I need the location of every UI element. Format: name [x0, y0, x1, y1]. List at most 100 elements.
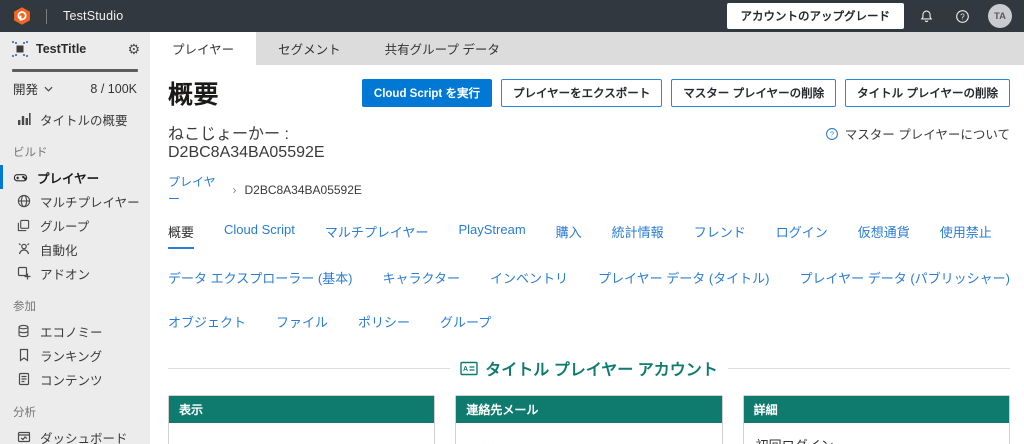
subnav-item-player-data-title[interactable]: プレイヤー データ (タイトル) [598, 268, 770, 293]
player-name-id: ねこじょーかー : D2BC8A34BA05592E [168, 126, 325, 161]
subnav-item-overview[interactable]: 概要 [168, 222, 195, 249]
dashboard-icon [16, 431, 31, 444]
master-player-help-link[interactable]: ? マスター プレイヤーについて [825, 124, 1010, 143]
breadcrumb-current: D2BC8A34BA05592E [244, 183, 362, 197]
help-icon[interactable]: ? [948, 9, 976, 24]
subnav-item-purchases[interactable]: 購入 [556, 222, 582, 249]
subnav-item-files[interactable]: ファイル [276, 312, 328, 337]
svg-text:?: ? [960, 12, 965, 21]
automation-icon [16, 242, 31, 256]
card-display-header: 表示 [169, 396, 435, 423]
document-icon [16, 372, 31, 386]
subnav-item-cloudscript[interactable]: Cloud Script [224, 222, 295, 249]
quota-text: 8 / 100K [90, 81, 137, 96]
tab-players[interactable]: プレイヤー [150, 32, 257, 65]
sidebar-item-label: エコノミー [40, 325, 103, 340]
sidebar-item-automation[interactable]: 自動化 [0, 237, 150, 261]
playfab-logo-icon [12, 5, 32, 27]
sidebar-item-label: 自動化 [40, 243, 78, 258]
first-login-label: 初回ログイン [756, 435, 997, 444]
sidebar-item-groups[interactable]: グループ [0, 213, 150, 237]
card-details-header: 詳細 [743, 396, 1009, 423]
sidebar: TestTitle ⚙ 開発 8 / 100K タイトルの概要 ビルド プレイヤ… [0, 32, 150, 444]
divider [727, 367, 1011, 369]
gamepad-icon [13, 170, 28, 185]
gear-icon[interactable]: ⚙ [127, 42, 140, 56]
sidebar-item-addons[interactable]: アドオン [0, 261, 150, 285]
question-circle-icon: ? [825, 127, 838, 140]
delete-master-player-button[interactable]: マスター プレイヤーの削除 [671, 79, 837, 107]
bell-icon[interactable] [912, 9, 940, 24]
breadcrumb-players-link[interactable]: プレイヤー [168, 173, 224, 207]
sidebar-item-label: アドオン [40, 267, 91, 282]
top-tabstrip: プレイヤー セグメント 共有グループ データ [150, 32, 1024, 65]
card-contact-email-header: 連絡先メール [456, 396, 722, 423]
subnav-item-friends[interactable]: フレンド [694, 222, 746, 249]
subnav-item-data-explorer[interactable]: データ エクスプローラー (基本) [168, 268, 353, 293]
account-section-header: A タイトル プレイヤー アカウント [168, 356, 1011, 380]
breadcrumb: プレイヤー › D2BC8A34BA05592E [168, 173, 362, 207]
subnav-item-playstream[interactable]: PlayStream [458, 222, 525, 249]
subnav-item-statistics[interactable]: 統計情報 [612, 222, 664, 249]
sidebar-item-title-overview[interactable]: タイトルの概要 [0, 107, 150, 131]
avatar[interactable]: TA [988, 4, 1012, 28]
sidebar-item-label: タイトルの概要 [40, 113, 128, 128]
section-title-label: タイトル プレイヤー アカウント [485, 362, 718, 379]
player-id-label: プレイヤー ID (タイトル) [181, 440, 422, 444]
sidebar-item-label: マルチプレイヤー [40, 195, 140, 210]
upgrade-account-button[interactable]: アカウントのアップグレード [726, 3, 904, 29]
globe-icon [16, 194, 31, 208]
subnav-item-multiplayer[interactable]: マルチプレイヤー [325, 222, 429, 249]
sidebar-section-build: ビルド [13, 147, 48, 159]
player-subnav: 概要 Cloud Script マルチプレイヤー PlayStream 購入 統… [168, 222, 1010, 337]
addon-icon [16, 266, 31, 280]
breadcrumb-chevron-icon: › [232, 183, 237, 197]
sidebar-item-content[interactable]: コンテンツ [0, 367, 150, 391]
subnav-item-bans[interactable]: 使用禁止 [940, 222, 992, 249]
sidebar-item-dashboards[interactable]: ダッシュボード [0, 425, 150, 444]
run-cloudscript-button[interactable]: Cloud Script を実行 [361, 79, 492, 107]
subnav-item-virtual-currency[interactable]: 仮想通貨 [858, 222, 910, 249]
environment-label: 開発 [13, 83, 39, 97]
sidebar-section-analyze: 分析 [13, 407, 36, 419]
sidebar-item-label: プレイヤー [37, 171, 100, 186]
card-details: 詳細 初回ログイン 2020/09/29 10:15:13 前回のログイン 20… [742, 395, 1010, 444]
subnav-item-player-data-publisher[interactable]: プレイヤー データ (パブリッシャー) [800, 268, 1011, 293]
subnav-item-groups[interactable]: グループ [440, 312, 491, 337]
sidebar-item-leaderboards[interactable]: ランキング [0, 343, 150, 367]
card-display: 表示 プレイヤー ID (タイトル) 表示名 [168, 395, 436, 444]
id-card-icon: A [460, 361, 478, 375]
studio-title: TestTitle [36, 41, 87, 56]
subnav-item-objects[interactable]: オブジェクト [168, 312, 246, 337]
delete-title-player-button[interactable]: タイトル プレイヤーの削除 [845, 79, 1010, 107]
tab-shared-group-data[interactable]: 共有グループ データ [363, 32, 522, 65]
sidebar-item-economy[interactable]: エコノミー [0, 319, 150, 343]
sidebar-item-label: ランキング [40, 349, 103, 364]
subnav-item-policy[interactable]: ポリシー [358, 312, 410, 337]
sidebar-item-label: グループ [40, 219, 90, 234]
topbar: TestStudio アカウントのアップグレード ? TA [0, 0, 1024, 32]
section-title: A タイトル プレイヤー アカウント [460, 356, 718, 380]
card-contact-email: 連絡先メール 連絡先メール 解除 言語 [455, 395, 723, 444]
bar-chart-icon [16, 112, 31, 126]
environment-selector[interactable]: 開発 [13, 79, 53, 98]
contact-email-label: 連絡先メール [468, 440, 709, 444]
divider [168, 367, 451, 369]
bookmark-icon [16, 348, 31, 362]
brand-text: TestStudio [63, 9, 124, 23]
subnav-item-logins[interactable]: ログイン [776, 222, 828, 249]
export-player-button[interactable]: プレイヤーをエクスポート [500, 79, 663, 107]
divider [46, 8, 47, 24]
sidebar-item-multiplayer[interactable]: マルチプレイヤー [0, 189, 150, 213]
quota-progress-bar [12, 69, 138, 72]
sidebar-item-label: ダッシュボード [40, 431, 128, 444]
sidebar-section-engage: 参加 [13, 301, 36, 313]
tab-segments[interactable]: セグメント [256, 32, 363, 65]
subnav-item-inventory[interactable]: インベントリ [490, 268, 568, 293]
database-icon [16, 324, 31, 338]
sidebar-item-players[interactable]: プレイヤー [0, 165, 150, 189]
sidebar-item-label: コンテンツ [40, 373, 103, 388]
subnav-item-characters[interactable]: キャラクター [383, 268, 460, 293]
help-link-label: マスター プレイヤーについて [844, 128, 1010, 142]
page-title: 概要 [168, 81, 220, 109]
